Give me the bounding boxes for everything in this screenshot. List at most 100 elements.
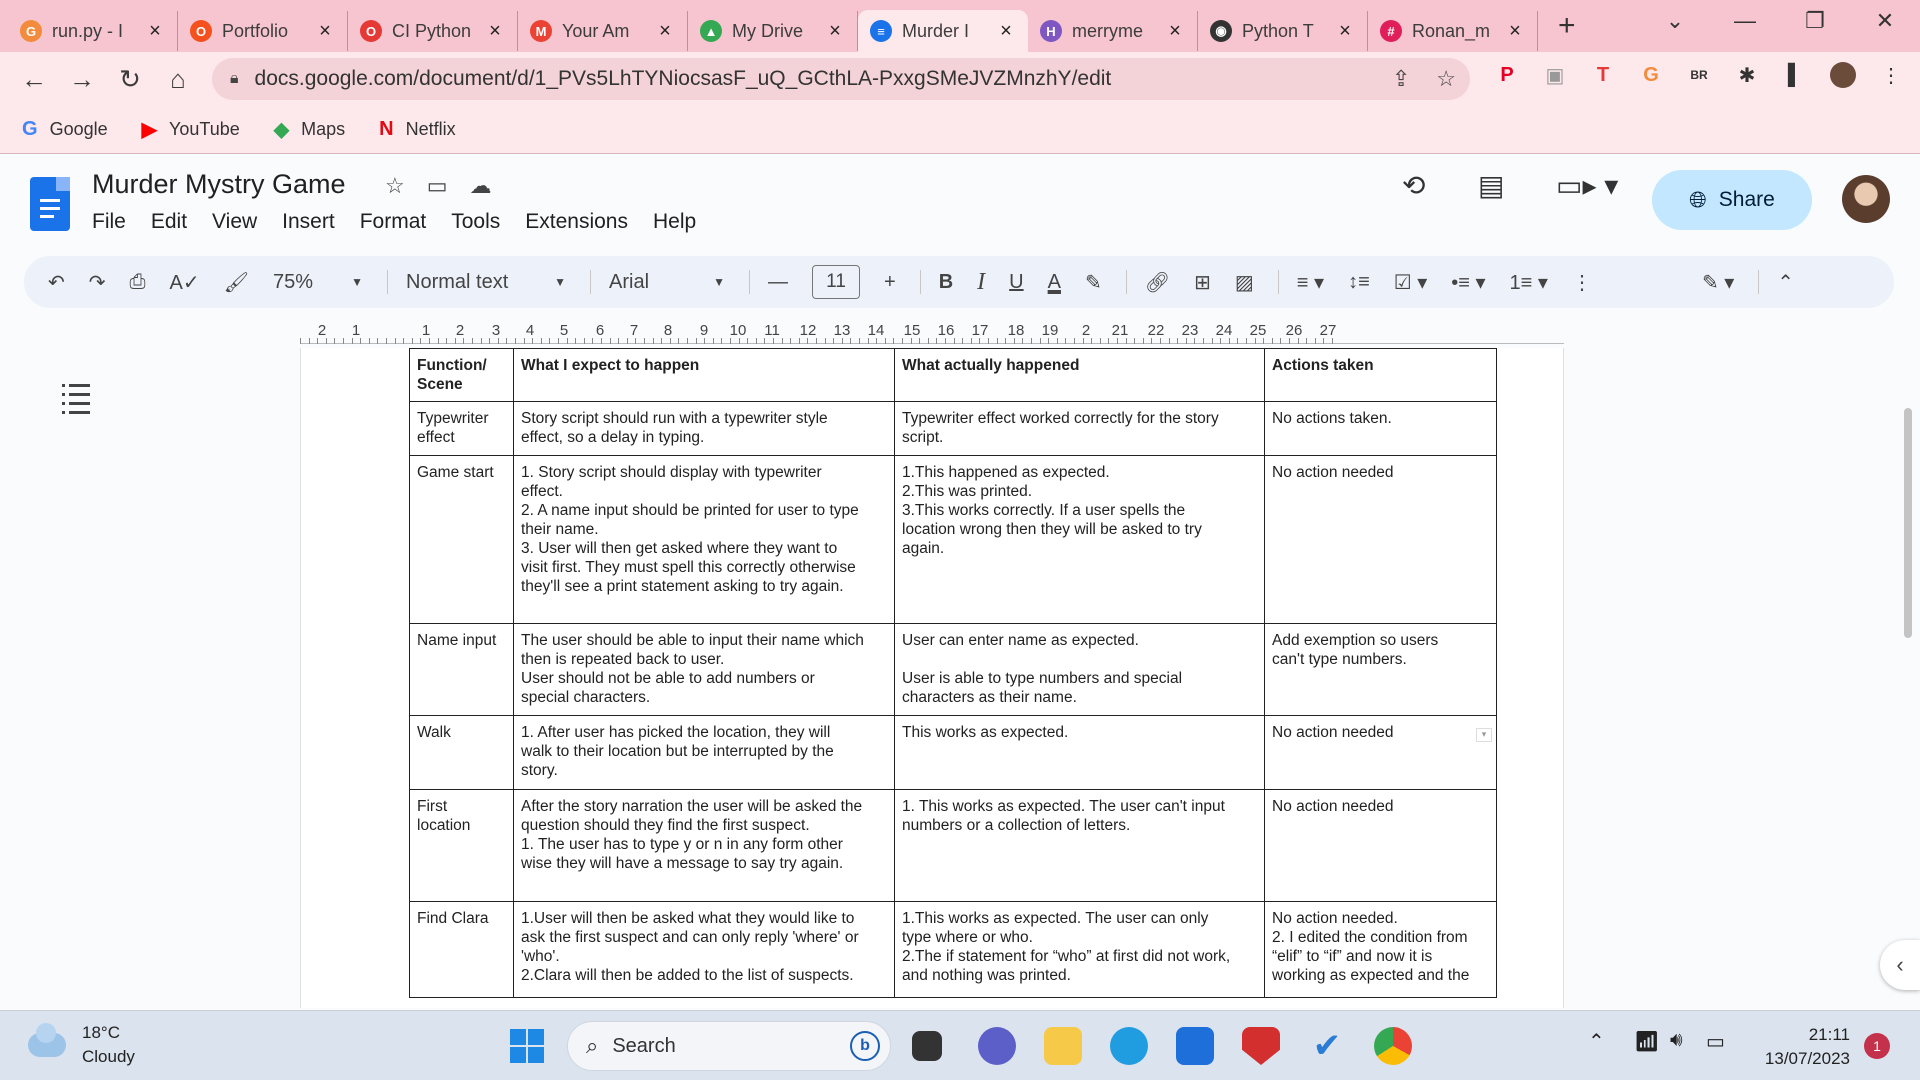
tab-close-icon[interactable]: × [655,20,675,43]
todo-check-icon[interactable]: ✔ [1308,1027,1346,1065]
font-size-input[interactable]: 11 [812,265,861,299]
forward-icon[interactable]: → [58,64,106,95]
mcafee-icon[interactable] [1242,1027,1280,1065]
notification-badge[interactable]: 1 [1864,1033,1890,1059]
windows-start-icon[interactable] [510,1029,544,1063]
menu-item[interactable]: File [92,210,126,234]
g-extension-icon[interactable]: G [1638,62,1664,88]
bing-icon[interactable]: b [850,1031,880,1061]
table-cell[interactable]: 1. After user has picked the location, t… [513,715,895,790]
collapse-menus-icon[interactable]: ⌃ [1777,270,1794,295]
table-cell[interactable]: Typewriter effect [409,401,514,456]
edge-icon[interactable] [1110,1027,1148,1065]
line-spacing-icon[interactable]: ↕≡ [1348,271,1370,294]
tab-close-icon[interactable]: × [1165,20,1185,43]
table-header-cell[interactable]: What I expect to happen [513,348,895,402]
table-cell[interactable]: 1.This happened as expected. 2.This was p… [894,455,1265,624]
tab-close-icon[interactable]: × [1335,20,1355,43]
cell-dropdown-icon[interactable]: ▾ [1476,728,1492,742]
share-button[interactable]: 🌐︎ Share [1652,170,1812,230]
redo-icon[interactable]: ↷ [89,270,106,295]
table-cell[interactable]: 1. Story script should display with type… [513,455,895,624]
menu-item[interactable]: Help [653,210,696,234]
spellcheck-icon[interactable]: A✓ [170,270,200,295]
volume-icon[interactable]: 🔊︎ [1670,1029,1683,1052]
tab-search-icon[interactable]: ⌄ [1640,8,1710,34]
table-cell[interactable]: Add exemption so users can't type numbers… [1264,623,1497,716]
side-panel-icon[interactable]: ▌ [1782,62,1808,88]
menu-item[interactable]: Extensions [525,210,628,234]
browser-tab[interactable]: ▲ My Drive × [688,11,858,51]
increase-font-size-icon[interactable]: + [884,271,896,294]
table-cell[interactable]: Game start [409,455,514,624]
paint-format-icon[interactable]: 🖌︎ [224,270,249,295]
horizontal-ruler[interactable]: 2 1 1 2 3 4 5 6 7 8 9 10 11 12 13 14 15 16 17 18 19 2 21 22 23 24… [300,318,1564,346]
underline-button[interactable]: U [1009,271,1023,294]
teams-chat-icon[interactable] [978,1027,1016,1065]
bookmark-item[interactable]: ▶ YouTube [142,117,240,142]
close-window-icon[interactable]: ✕ [1850,8,1920,34]
decrease-font-size-icon[interactable]: — [768,271,788,294]
bookmark-item[interactable]: G Google [22,118,108,141]
menu-item[interactable]: Edit [151,210,187,234]
new-tab-button[interactable]: + [1558,9,1576,43]
undo-icon[interactable]: ↶ [48,270,65,295]
italic-button[interactable]: I [977,269,985,296]
bookmark-item[interactable]: N Netflix [379,118,455,141]
tab-close-icon[interactable]: × [996,20,1016,43]
document-page[interactable]: Function/Scene What I expect to happen Wha… [300,348,1564,1008]
insert-link-icon[interactable]: 🔗︎ [1145,270,1170,295]
menu-item[interactable]: Format [360,210,427,234]
battery-icon[interactable]: ▭ [1706,1029,1725,1054]
home-icon[interactable]: ⌂ [154,64,202,95]
account-avatar[interactable] [1842,175,1890,223]
table-cell[interactable]: 1.User will then be asked what they woul… [513,901,895,998]
table-cell[interactable]: Typewriter effect worked correctly for t… [894,401,1265,456]
table-cell[interactable]: Walk [409,715,514,790]
bookmark-star-icon[interactable]: ☆ [1436,66,1456,92]
taskbar-search[interactable]: ⌕ Search b [567,1021,891,1071]
tab-close-icon[interactable]: × [145,20,165,43]
browser-tab[interactable]: M Your Am × [518,11,688,51]
zoom-select[interactable]: 75% ▼ [273,271,363,294]
bulleted-list-icon[interactable]: •≡ ▾ [1451,270,1485,295]
menu-item[interactable]: Insert [282,210,335,234]
vertical-scrollbar[interactable] [1904,408,1912,638]
reload-icon[interactable]: ↻ [106,64,154,95]
table-cell[interactable]: 1. This works as expected. The user can'… [894,789,1265,902]
menu-item[interactable]: Tools [451,210,500,234]
table-cell[interactable]: No action needed [1264,715,1497,790]
tp-extension-icon[interactable]: T [1590,62,1616,88]
browser-tab[interactable]: Grun.py - I × [8,11,178,51]
document-title[interactable]: Murder Mystry Game [92,169,346,200]
highlight-icon[interactable]: ✎ [1085,270,1102,295]
docs-logo-icon[interactable] [30,177,70,231]
store-icon[interactable] [1176,1027,1214,1065]
table-cell[interactable]: No action needed. 2. I edited the conditi… [1264,901,1497,998]
font-select[interactable]: Arial ▼ [609,271,725,294]
bold-button[interactable]: B [939,271,953,294]
table-cell[interactable]: Name input [409,623,514,716]
print-icon[interactable]: ⎙ [130,271,146,294]
extension-box-icon[interactable]: ▣ [1542,62,1568,88]
browser-tab[interactable]: ≡ Murder I × [858,10,1028,52]
tab-close-icon[interactable]: × [315,20,335,43]
url-text[interactable]: docs.google.com/document/d/1_PVs5LhTYNio… [255,67,1112,91]
bookmark-item[interactable]: ◆ Maps [274,117,345,142]
clock[interactable]: 21:11 13/07/2023 [1740,1023,1850,1071]
table-header-cell[interactable]: Actions taken [1264,348,1497,402]
file-explorer-icon[interactable] [1044,1027,1082,1065]
comments-icon[interactable]: ▤ [1478,169,1504,202]
numbered-list-icon[interactable]: 1≡ ▾ [1510,270,1548,295]
table-cell[interactable]: First location [409,789,514,902]
browser-tab[interactable]: # Ronan_m × [1368,11,1538,51]
checklist-icon[interactable]: ☑ ▾ [1394,270,1428,295]
table-cell[interactable]: No action needed [1264,455,1497,624]
minimize-icon[interactable]: — [1710,8,1780,34]
browser-tab[interactable]: O Portfolio × [178,11,348,51]
paragraph-style-select[interactable]: Normal text ▼ [406,271,566,294]
tab-close-icon[interactable]: × [825,20,845,43]
table-header-cell[interactable]: What actually happened [894,348,1265,402]
kebab-menu-icon[interactable]: ⋮ [1878,62,1904,88]
text-color-button[interactable]: A [1048,271,1061,294]
